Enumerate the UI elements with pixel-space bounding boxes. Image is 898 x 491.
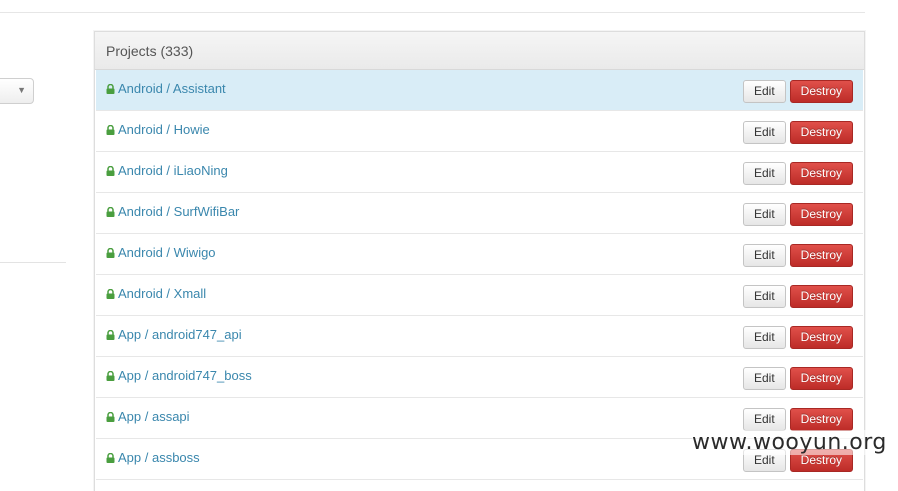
row-actions: Edit Destroy (742, 121, 853, 144)
project-row: Android / iLiaoNing Edit Destroy (96, 152, 863, 193)
lock-icon (106, 330, 115, 340)
project-row: Android / Assistant Edit Destroy (96, 70, 863, 111)
chevron-down-icon: ▼ (17, 85, 26, 95)
edit-button[interactable]: Edit (742, 162, 786, 185)
project-row: Android / Howie Edit Destroy (96, 111, 863, 152)
destroy-button[interactable]: Destroy (789, 80, 853, 103)
lock-icon (106, 84, 115, 94)
projects-panel: Projects (333) Android / Assistant Edit … (94, 31, 865, 491)
destroy-button[interactable]: Destroy (789, 408, 853, 431)
row-actions: Edit Destroy (742, 162, 853, 185)
row-actions: Edit Destroy (742, 367, 853, 390)
edit-button[interactable]: Edit (742, 121, 786, 144)
lock-icon (106, 289, 115, 299)
panel-title: Projects (333) (95, 32, 864, 70)
project-row: Android / Xmall Edit Destroy (96, 275, 863, 316)
lock-icon (106, 125, 115, 135)
edit-button[interactable]: Edit (742, 367, 786, 390)
row-actions: Edit Destroy (742, 244, 853, 267)
row-actions: Edit Destroy (742, 285, 853, 308)
project-link[interactable]: App / android747_boss (118, 368, 252, 383)
destroy-button[interactable]: Destroy (789, 121, 853, 144)
sidebar-divider (0, 262, 66, 263)
project-row: Android / SurfWifiBar Edit Destroy (96, 193, 863, 234)
top-divider (0, 12, 865, 13)
project-row: Android / Wiwigo Edit Destroy (96, 234, 863, 275)
destroy-button[interactable]: Destroy (789, 203, 853, 226)
lock-icon (106, 453, 115, 463)
project-link[interactable]: Android / Howie (118, 122, 210, 137)
edit-button[interactable]: Edit (742, 285, 786, 308)
lock-icon (106, 248, 115, 258)
destroy-button[interactable]: Destroy (789, 367, 853, 390)
lock-icon (106, 412, 115, 422)
destroy-button[interactable]: Destroy (789, 244, 853, 267)
row-actions: Edit Destroy (742, 80, 853, 103)
project-link[interactable]: Android / iLiaoNing (118, 163, 228, 178)
project-link[interactable]: Android / Assistant (118, 81, 226, 96)
project-row: App / android747_boss Edit Destroy (96, 357, 863, 398)
project-link[interactable]: Android / Xmall (118, 286, 206, 301)
project-link[interactable]: App / assboss (118, 450, 200, 465)
project-link[interactable]: App / assapi (118, 409, 190, 424)
filter-select[interactable]: ▼ (0, 78, 34, 104)
lock-icon (106, 207, 115, 217)
project-link[interactable]: App / android747_api (118, 327, 242, 342)
lock-icon (106, 166, 115, 176)
edit-button[interactable]: Edit (742, 80, 786, 103)
project-list: Android / Assistant Edit Destroy Android… (95, 70, 864, 480)
row-actions: Edit Destroy (742, 408, 853, 431)
destroy-button[interactable]: Destroy (789, 285, 853, 308)
row-actions: Edit Destroy (742, 326, 853, 349)
edit-button[interactable]: Edit (742, 203, 786, 226)
lock-icon (106, 371, 115, 381)
edit-button[interactable]: Edit (742, 326, 786, 349)
project-row: App / android747_api Edit Destroy (96, 316, 863, 357)
destroy-button[interactable]: Destroy (789, 326, 853, 349)
row-actions: Edit Destroy (742, 203, 853, 226)
watermark: www.wooyun.org (692, 430, 887, 455)
edit-button[interactable]: Edit (742, 408, 786, 431)
edit-button[interactable]: Edit (742, 244, 786, 267)
destroy-button[interactable]: Destroy (789, 162, 853, 185)
project-link[interactable]: Android / SurfWifiBar (118, 204, 239, 219)
project-link[interactable]: Android / Wiwigo (118, 245, 216, 260)
